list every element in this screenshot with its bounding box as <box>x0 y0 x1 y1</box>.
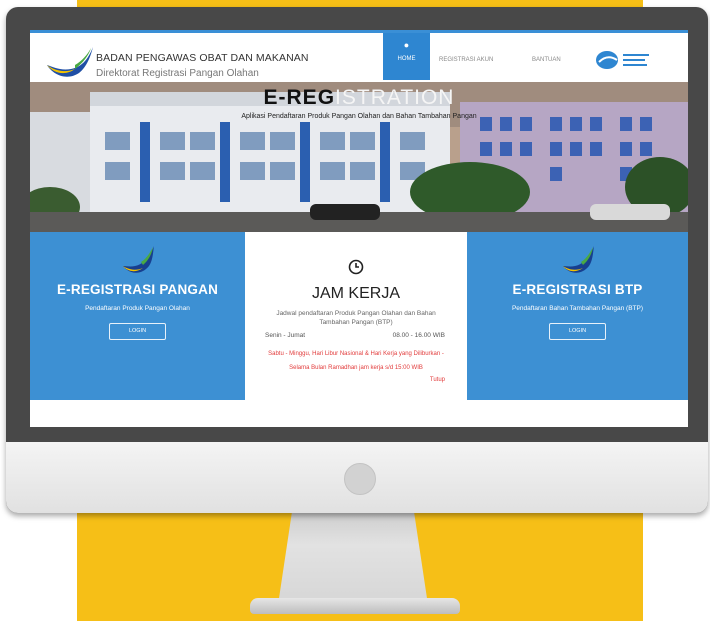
ministry-logo-icon <box>596 51 649 69</box>
login-btp-button[interactable]: LOGIN <box>549 323 606 340</box>
jam-kerja-desc: Jadwal pendaftaran Produk Pangan Olahan … <box>276 310 436 326</box>
monitor-stand-base <box>250 598 460 614</box>
bpom-swoosh-icon <box>122 246 154 273</box>
bpom-logo-icon[interactable] <box>45 45 95 81</box>
clock-icon <box>348 259 364 275</box>
panel-left-title: E-REGISTRASI PANGAN <box>56 282 219 297</box>
nav-home[interactable]: ● HOME <box>383 33 430 80</box>
org-name: BADAN PENGAWAS OBAT DAN MAKANAN <box>96 52 309 64</box>
hero-title-bold: E-REG <box>263 86 336 109</box>
monitor-power-button <box>344 463 376 495</box>
nav-registrasi-akun[interactable]: REGISTRASI AKUN <box>439 57 493 63</box>
site-header: BADAN PENGAWAS OBAT DAN MAKANAN Direktor… <box>30 30 688 85</box>
login-pangan-button[interactable]: LOGIN <box>109 323 166 340</box>
jam-kerja-title: JAM KERJA <box>311 285 400 302</box>
org-subtitle: Direktorat Registrasi Pangan Olahan <box>96 68 259 79</box>
jam-kerja-days: Senin - Jumat <box>265 332 306 339</box>
jam-kerja-holiday-note: Sabtu - Minggu, Hari Libur Nasional & Ha… <box>268 351 444 357</box>
home-dot-icon: ● <box>403 40 410 50</box>
hero-title-thin: ISTRATION <box>335 86 455 109</box>
nav-bantuan[interactable]: BANTUAN <box>532 57 561 63</box>
panel-right-desc: Pendaftaran Bahan Tambahan Pangan (BTP) <box>511 305 644 312</box>
bpom-swoosh-icon <box>562 246 594 273</box>
panel-e-registrasi-pangan: E-REGISTRASI PANGAN Pendaftaran Produk P… <box>30 232 245 400</box>
jam-kerja-hours-row: Senin - Jumat 08.00 - 16.00 WIB <box>245 332 467 344</box>
panel-left-desc: Pendaftaran Produk Pangan Olahan <box>85 305 190 312</box>
jam-kerja-closed: Tutup <box>429 377 445 383</box>
jam-kerja-hours: 08.00 - 16.00 WIB <box>392 332 445 339</box>
panel-e-registrasi-btp: E-REGISTRASI BTP Pendaftaran Bahan Tamba… <box>467 232 688 400</box>
panel-right-title: E-REGISTRASI BTP <box>512 282 643 297</box>
monitor-stand-neck <box>278 505 428 605</box>
monitor-screen: BADAN PENGAWAS OBAT DAN MAKANAN Direktor… <box>30 30 688 427</box>
jam-kerja-ramadan-note: Selama Bulan Ramadhan jam kerja s/d 15:0… <box>289 365 423 371</box>
hero-banner: E-REGISTRATION Aplikasi Pendaftaran Prod… <box>30 82 688 232</box>
panel-jam-kerja: JAM KERJA Jadwal pendaftaran Produk Pang… <box>245 232 467 427</box>
nav-home-label: HOME <box>397 56 416 62</box>
hero-title: E-REGISTRATION <box>30 86 688 110</box>
hero-subtitle: Aplikasi Pendaftaran Produk Pangan Olaha… <box>241 113 477 120</box>
